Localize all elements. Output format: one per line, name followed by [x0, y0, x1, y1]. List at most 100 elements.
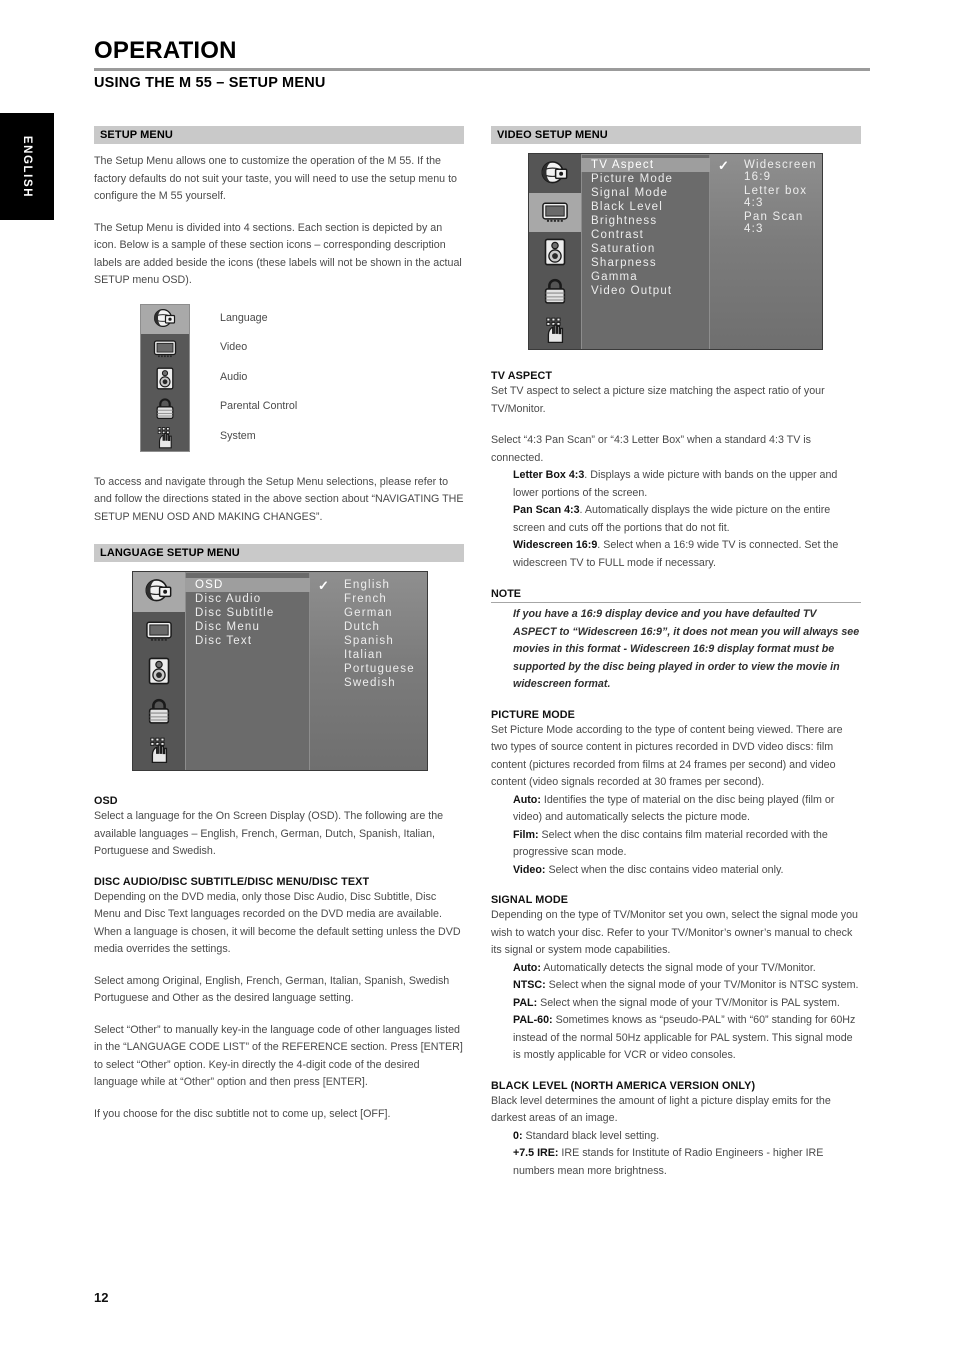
- disc-subsection-paragraph-3: Select “Other” to manually key-in the la…: [94, 1023, 463, 1089]
- osd-menu-item-signal-mode[interactable]: Signal Mode: [581, 186, 710, 200]
- signal-mode-heading: SIGNAL MODE: [491, 894, 569, 906]
- desc: Select when the signal mode of your TV/M…: [537, 996, 840, 1009]
- chapter-title: OPERATION: [94, 37, 237, 64]
- tv-aspect-item-widescreen: Widescreen 16:9. Select when a 16:9 wide…: [513, 537, 861, 572]
- video-osd-menu-list: TV Aspect Picture Mode Signal Mode Black…: [581, 154, 710, 349]
- osd-menu-item-black-level[interactable]: Black Level: [581, 200, 710, 214]
- globe-language-icon: [541, 161, 568, 184]
- desc: Sometimes knows as “pseudo-PAL” with “60…: [513, 1014, 856, 1061]
- globe-language-icon: [153, 309, 176, 328]
- picture-mode-heading: PICTURE MODE: [491, 708, 575, 721]
- language-osd-menu-list: OSD Disc Audio Disc Subtitle Disc Menu D…: [185, 572, 310, 770]
- globe-language-icon: [145, 579, 172, 602]
- osd-menu-item-gamma[interactable]: Gamma: [581, 270, 710, 284]
- tv-aspect-intro: Set TV aspect to select a picture size m…: [491, 385, 825, 415]
- legend-label-video: Video: [220, 341, 248, 354]
- hand-keypad-system-icon: [546, 317, 564, 343]
- osd-rail-parental-icon-cell[interactable]: [529, 271, 581, 310]
- black-level-heading: BLACK LEVEL (NORTH AMERICA VERSION ONLY): [491, 1079, 756, 1092]
- term: Film:: [513, 828, 539, 841]
- page-number: 12: [94, 1290, 109, 1305]
- language-osd-option-list: ✓ English French German Dutch Spanish It…: [310, 572, 427, 690]
- note-body: If you have a 16:9 display device and yo…: [513, 608, 860, 690]
- setup-menu-paragraph-2: The Setup Menu is divided into 4 section…: [94, 221, 462, 287]
- legend-icon-cell-language: [141, 304, 189, 335]
- osd-menu-item-disc-text[interactable]: Disc Text: [185, 634, 310, 648]
- osd-menu-item-disc-menu[interactable]: Disc Menu: [185, 620, 310, 634]
- note-block: NOTE If you have a 16:9 display device a…: [491, 588, 861, 694]
- osd-rail-audio-icon-cell[interactable]: [529, 232, 581, 271]
- padlock-parental-control-icon: [544, 278, 566, 304]
- signal-mode-item-auto: Auto: Automatically detects the signal m…: [513, 960, 861, 978]
- desc: IRE stands for Institute of Radio Engine…: [513, 1147, 824, 1177]
- osd-option-french[interactable]: French: [310, 592, 427, 606]
- osd-option-label: English: [344, 579, 391, 591]
- signal-mode-item-ntsc: NTSC: Select when the signal mode of you…: [513, 977, 861, 995]
- signal-mode-item-pal-60: PAL-60: Sometimes knows as “pseudo-PAL” …: [513, 1012, 861, 1065]
- tv-monitor-video-icon: [542, 202, 568, 222]
- osd-rail-video-icon-cell[interactable]: [133, 612, 185, 652]
- osd-option-pan-scan-4-3[interactable]: Pan Scan 4:3: [710, 210, 822, 236]
- tv-monitor-video-icon: [146, 621, 172, 641]
- osd-option-english[interactable]: ✓ English: [310, 578, 427, 593]
- osd-rail-system-icon-cell[interactable]: [529, 310, 581, 349]
- osd-menu-item-disc-subtitle[interactable]: Disc Subtitle: [185, 606, 310, 620]
- hand-keypad-system-icon: [157, 427, 172, 449]
- osd-subsection-body: Select a language for the On Screen Disp…: [94, 810, 444, 857]
- osd-menu-item-contrast[interactable]: Contrast: [581, 228, 710, 242]
- osd-menu-item-tv-aspect[interactable]: TV Aspect: [581, 158, 710, 172]
- title-divider: [94, 68, 870, 71]
- term: Auto:: [513, 961, 541, 974]
- osd-icon-rail: [133, 572, 185, 770]
- osd-option-widescreen-16-9[interactable]: ✓ Widescreen 16:9: [710, 158, 822, 184]
- legend-icon-cell-parental: [141, 393, 189, 423]
- left-column: SETUP MENU The Setup Menu allows one to …: [94, 126, 464, 1137]
- osd-option-dutch[interactable]: Dutch: [310, 620, 427, 634]
- desc: Standard black level setting.: [522, 1129, 660, 1142]
- language-edge-tab: ENGLISH: [0, 113, 54, 220]
- osd-menu-item-brightness[interactable]: Brightness: [581, 214, 710, 228]
- osd-rail-audio-icon-cell[interactable]: [133, 651, 185, 691]
- osd-menu-item-video-output[interactable]: Video Output: [581, 284, 710, 298]
- black-level-item-7-5-ire: +7.5 IRE: IRE stands for Institute of Ra…: [513, 1145, 861, 1180]
- disc-subsection-heading: DISC AUDIO/DISC SUBTITLE/DISC MENU/DISC …: [94, 875, 370, 888]
- osd-rail-language-icon-cell[interactable]: [529, 154, 581, 193]
- osd-menu-item-disc-audio[interactable]: Disc Audio: [185, 592, 310, 606]
- osd-option-letter-box-4-3[interactable]: Letter box 4:3: [710, 184, 822, 210]
- setup-menu-section-bar: SETUP MENU: [94, 126, 464, 144]
- disc-subsection-paragraph-4: If you choose for the disc subtitle not …: [94, 1107, 391, 1120]
- osd-menu-item-picture-mode[interactable]: Picture Mode: [581, 172, 710, 186]
- video-osd-option-list: ✓ Widescreen 16:9 Letter box 4:3 Pan Sca…: [710, 154, 822, 236]
- speaker-audio-icon: [544, 238, 566, 265]
- term: Auto:: [513, 793, 541, 806]
- disc-subsection-paragraph-2: Select among Original, English, French, …: [94, 974, 450, 1005]
- osd-rail-system-icon-cell[interactable]: [133, 730, 185, 770]
- osd-menu-item-sharpness[interactable]: Sharpness: [581, 256, 710, 270]
- tv-aspect-item-letter-box: Letter Box 4:3. Displays a wide picture …: [513, 467, 861, 502]
- language-setup-menu-section-bar: LANGUAGE SETUP MENU: [94, 544, 464, 562]
- speaker-audio-icon: [148, 657, 170, 685]
- picture-mode-item-film: Film: Select when the disc contains film…: [513, 827, 861, 862]
- legend-label-column: Language Video Audio Parental Control Sy…: [220, 304, 430, 452]
- osd-option-german[interactable]: German: [310, 606, 427, 620]
- video-setup-osd-screenshot: TV Aspect Picture Mode Signal Mode Black…: [528, 153, 823, 350]
- osd-option-spanish[interactable]: Spanish: [310, 634, 427, 648]
- osd-option-label: Widescreen 16:9: [744, 159, 817, 183]
- osd-rail-video-icon-cell[interactable]: [529, 193, 581, 232]
- tv-aspect-heading: TV ASPECT: [491, 370, 553, 382]
- right-column: VIDEO SETUP MENU TV Aspect Picture Mode …: [491, 126, 861, 1180]
- checkmark-icon: ✓: [718, 158, 731, 173]
- term: Widescreen 16:9: [513, 539, 598, 551]
- osd-option-swedish[interactable]: Swedish: [310, 676, 427, 690]
- osd-option-portuguese[interactable]: Portuguese: [310, 662, 427, 676]
- picture-mode-item-video: Video: Select when the disc contains vid…: [513, 862, 861, 880]
- term: Letter Box 4:3: [513, 469, 585, 481]
- osd-rail-parental-icon-cell[interactable]: [133, 691, 185, 731]
- tv-aspect-item-pan-scan: Pan Scan 4:3. Automatically displays the…: [513, 502, 861, 537]
- osd-option-italian[interactable]: Italian: [310, 648, 427, 662]
- osd-menu-item-saturation[interactable]: Saturation: [581, 242, 710, 256]
- legend-label-language: Language: [220, 311, 268, 324]
- picture-mode-intro: Set Picture Mode according to the type o…: [491, 723, 843, 789]
- osd-rail-language-icon-cell[interactable]: [133, 572, 185, 612]
- osd-menu-item-osd[interactable]: OSD: [185, 578, 310, 592]
